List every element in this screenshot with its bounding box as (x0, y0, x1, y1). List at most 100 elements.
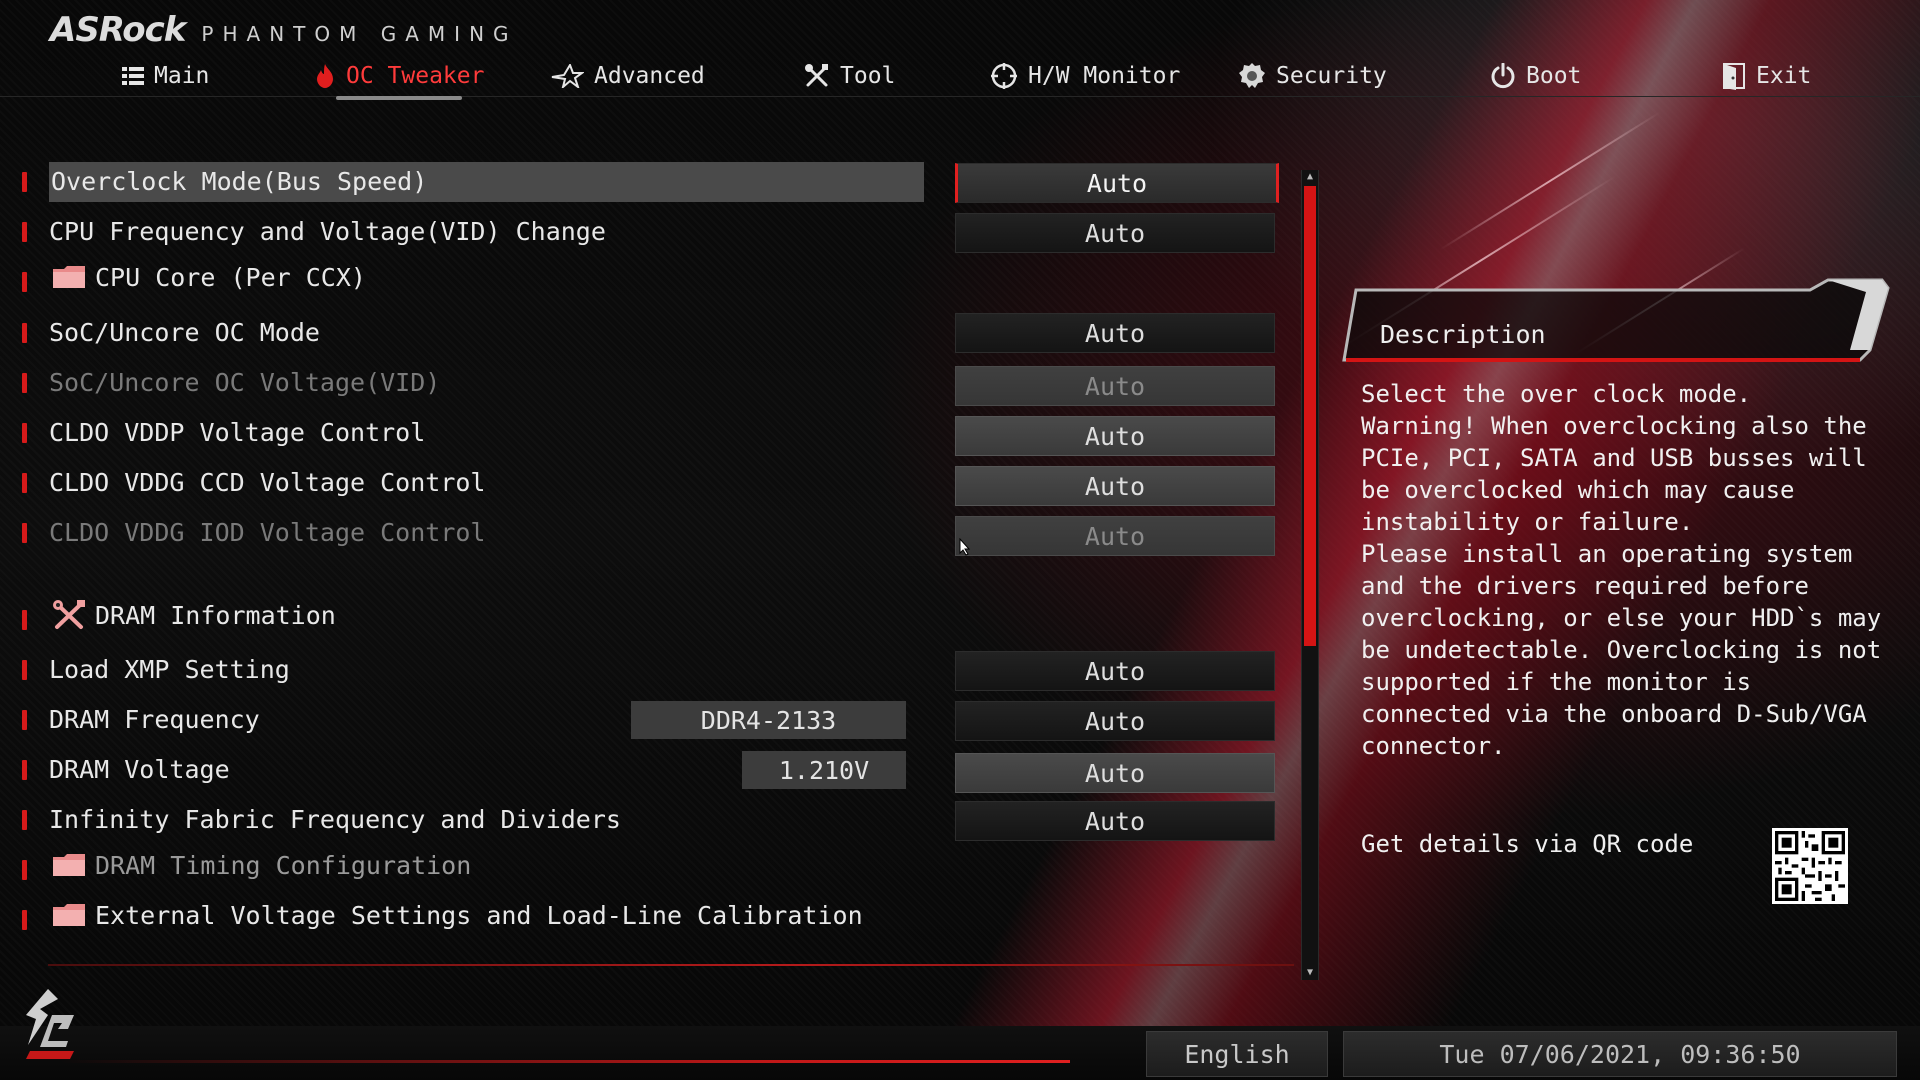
setting-label: CLDO VDDG IOD Voltage Control (49, 518, 486, 547)
tab-exit[interactable]: Exit (1722, 56, 1811, 96)
overclock-mode-value[interactable]: Auto (955, 163, 1279, 203)
row-marker (22, 172, 27, 192)
setting-label: CPU Frequency and Voltage(VID) Change (49, 217, 606, 246)
folder-icon (53, 266, 85, 288)
qr-code-label: Get details via QR code (1361, 830, 1694, 858)
tab-tool[interactable]: Tool (804, 56, 895, 96)
setting-label: CLDO VDDP Voltage Control (49, 418, 426, 447)
folder-icon (53, 854, 85, 876)
load-xmp-value[interactable]: Auto (955, 651, 1275, 691)
top-nav: Main OC Tweaker Advanced Tool H/W Monito… (0, 56, 1920, 100)
scroll-up-arrow-icon[interactable]: ▲ (1302, 170, 1318, 184)
exit-door-icon (1723, 63, 1745, 90)
description-line: connected via the onboard D-Sub/VGA (1361, 700, 1867, 728)
description-text: Select the over clock mode. Warning! Whe… (1361, 378, 1881, 762)
description-line: PCIe, PCI, SATA and USB busses will (1361, 444, 1867, 472)
soc-uncore-oc-mode-value[interactable]: Auto (955, 313, 1275, 353)
tab-advanced[interactable]: Advanced (550, 56, 705, 96)
list-bottom-divider (48, 964, 1294, 966)
row-marker (22, 910, 27, 930)
row-marker (22, 660, 27, 680)
row-marker (22, 810, 27, 830)
cldo-vddp-value[interactable]: Auto (955, 416, 1275, 456)
description-line: Select the over clock mode. (1361, 380, 1752, 408)
cldo-vddg-iod-value: Auto (955, 516, 1275, 556)
dram-voltage-current: 1.210V (742, 751, 906, 789)
brand-logo: ASRock PHANTOM GAMING (50, 10, 518, 50)
qr-code[interactable] (1772, 828, 1848, 904)
tab-label: Main (154, 63, 210, 89)
tab-label: OC Tweaker (346, 63, 485, 89)
setting-label: CLDO VDDG CCD Voltage Control (49, 468, 486, 497)
setting-label: DRAM Frequency (49, 705, 260, 734)
shield-badge-icon (1239, 63, 1265, 88)
row-marker (22, 473, 27, 493)
row-marker (22, 373, 27, 393)
row-marker (22, 423, 27, 443)
setting-label: External Voltage Settings and Load-Line … (95, 901, 863, 930)
folder-icon (53, 904, 85, 926)
setting-label: DRAM Timing Configuration (95, 851, 472, 880)
footer-accent-line (60, 1060, 1070, 1063)
setting-label: Load XMP Setting (49, 655, 290, 684)
setting-label: SoC/Uncore OC Mode (49, 318, 320, 347)
system-datetime: Tue 07/06/2021, 09:36:50 (1343, 1031, 1897, 1077)
description-line: supported if the monitor is (1361, 668, 1752, 696)
settings-scrollbar[interactable]: ▲ ▼ (1301, 170, 1319, 980)
tab-security[interactable]: Security (1238, 56, 1387, 96)
description-line: Warning! When overclocking also the (1361, 412, 1867, 440)
tools-icon (805, 64, 828, 87)
phantom-gaming-logo-icon (26, 989, 74, 1059)
list-icon (122, 67, 144, 85)
row-marker (22, 610, 27, 630)
setting-label: Infinity Fabric Frequency and Dividers (49, 805, 621, 834)
cpu-freq-voltage-value[interactable]: Auto (955, 213, 1275, 253)
tab-label: Boot (1526, 63, 1582, 89)
crosshair-icon (991, 63, 1017, 89)
soc-uncore-oc-voltage-value: Auto (955, 366, 1275, 406)
description-line: overclocking, or else your HDD`s may (1361, 604, 1882, 632)
row-marker (22, 710, 27, 730)
tab-main[interactable]: Main (122, 56, 209, 96)
description-line: Please install an operating system (1361, 540, 1853, 568)
scroll-down-arrow-icon[interactable]: ▼ (1302, 966, 1318, 980)
star-icon (551, 64, 584, 88)
scrollbar-thumb[interactable] (1304, 186, 1316, 646)
row-marker (22, 272, 27, 292)
tab-hw-monitor[interactable]: H/W Monitor (990, 56, 1180, 96)
wrench-screwdriver-icon (53, 600, 85, 629)
tab-boot[interactable]: Boot (1490, 56, 1581, 96)
tab-label: Security (1276, 63, 1387, 89)
row-marker (22, 323, 27, 343)
description-line: and the drivers required before (1361, 572, 1809, 600)
description-title: Description (1380, 320, 1546, 349)
flame-icon (317, 64, 333, 88)
power-icon (1491, 63, 1515, 89)
tab-label: Advanced (594, 63, 705, 89)
setting-label: DRAM Voltage (49, 755, 230, 784)
description-line: be undetectable. Overclocking is not (1361, 636, 1882, 664)
phantom-gaming-wordmark: PHANTOM GAMING (201, 22, 518, 46)
infinity-fabric-value[interactable]: Auto (955, 801, 1275, 841)
asrock-logo: ASRock (50, 10, 186, 50)
row-marker (22, 760, 27, 780)
row-marker (22, 860, 27, 880)
mouse-pointer-icon (959, 538, 971, 556)
row-marker (22, 523, 27, 543)
qr-code-pattern (1775, 831, 1845, 901)
description-line: instability or failure. (1361, 508, 1694, 536)
dram-frequency-value[interactable]: Auto (955, 701, 1275, 741)
tab-oc-tweaker[interactable]: OC Tweaker (314, 56, 485, 100)
setting-label: Overclock Mode(Bus Speed) (49, 162, 924, 202)
dram-frequency-current: DDR4-2133 (631, 701, 906, 739)
tab-label: Exit (1756, 63, 1812, 89)
tab-label: H/W Monitor (1028, 63, 1181, 89)
setting-label: SoC/Uncore OC Voltage(VID) (49, 368, 441, 397)
language-selector[interactable]: English (1146, 1031, 1328, 1077)
dram-voltage-value[interactable]: Auto (955, 753, 1275, 793)
cldo-vddg-ccd-value[interactable]: Auto (955, 466, 1275, 506)
setting-label: DRAM Information (95, 601, 336, 630)
description-line: connector. (1361, 732, 1506, 760)
setting-label: CPU Core (Per CCX) (95, 263, 366, 292)
row-marker (22, 222, 27, 242)
